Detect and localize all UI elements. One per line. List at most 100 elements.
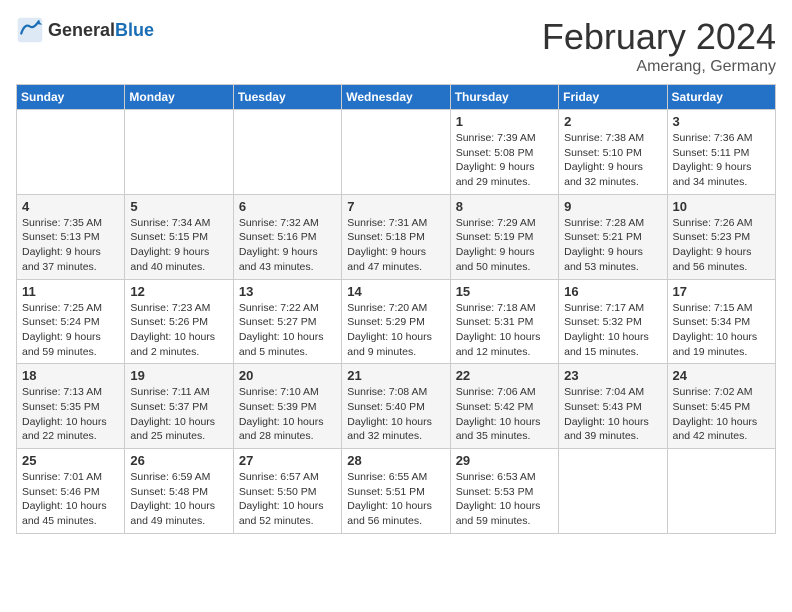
location-title: Amerang, Germany	[542, 58, 776, 76]
table-row: 21 Sunrise: 7:08 AMSunset: 5:40 PMDayligh…	[342, 364, 450, 449]
day-number: 19	[130, 368, 227, 383]
calendar-week-row: 18Sunrise: 7:13 AMSunset: 5:35 PMDayligh…	[17, 364, 776, 449]
table-row: 12 Sunrise: 7:23 AMSunset: 5:26 PMDayligh…	[125, 279, 233, 364]
table-row: 24 Sunrise: 7:02 AMSunset: 5:45 PMDayligh…	[667, 364, 775, 449]
table-row: 2 Sunrise: 7:38 AMSunset: 5:10 PMDaylight…	[559, 110, 667, 195]
table-row: 1 Sunrise: 7:39 AMSunset: 5:08 PMDaylight…	[450, 110, 558, 195]
day-info: Sunrise: 6:59 AMSunset: 5:48 PMDaylight:…	[130, 470, 227, 529]
day-info: Sunrise: 7:26 AMSunset: 5:23 PMDaylight:…	[673, 216, 770, 275]
logo-blue: Blue	[115, 20, 154, 40]
day-number: 18	[22, 368, 119, 383]
day-number: 21	[347, 368, 444, 383]
day-info: Sunrise: 7:25 AMSunset: 5:24 PMDaylight:…	[22, 301, 119, 360]
col-saturday: Saturday	[667, 85, 775, 110]
day-number: 2	[564, 114, 661, 129]
table-row: 3Sunrise: 7:36 AMSunset: 5:11 PMDaylight…	[667, 110, 775, 195]
calendar-table: Sunday Monday Tuesday Wednesday Thursday…	[16, 84, 776, 534]
day-info: Sunrise: 7:31 AMSunset: 5:18 PMDaylight:…	[347, 216, 444, 275]
table-row: 17 Sunrise: 7:15 AMSunset: 5:34 PMDayligh…	[667, 279, 775, 364]
day-number: 16	[564, 284, 661, 299]
day-number: 10	[673, 199, 770, 214]
table-row: 11 Sunrise: 7:25 AMSunset: 5:24 PMDayligh…	[17, 279, 125, 364]
table-row: 13Sunrise: 7:22 AMSunset: 5:27 PMDayligh…	[233, 279, 341, 364]
table-row: 15Sunrise: 7:18 AMSunset: 5:31 PMDayligh…	[450, 279, 558, 364]
day-number: 26	[130, 453, 227, 468]
table-row: 26 Sunrise: 6:59 AMSunset: 5:48 PMDayligh…	[125, 449, 233, 534]
table-row: 6 Sunrise: 7:32 AMSunset: 5:16 PMDaylight…	[233, 194, 341, 279]
day-number: 7	[347, 199, 444, 214]
day-info: Sunrise: 7:23 AMSunset: 5:26 PMDaylight:…	[130, 301, 227, 360]
calendar-header-row: Sunday Monday Tuesday Wednesday Thursday…	[17, 85, 776, 110]
day-number: 24	[673, 368, 770, 383]
day-number: 1	[456, 114, 553, 129]
table-row: 23 Sunrise: 7:04 AMSunset: 5:43 PMDayligh…	[559, 364, 667, 449]
day-info: Sunrise: 7:22 AMSunset: 5:27 PMDaylight:…	[239, 301, 336, 360]
day-info: Sunrise: 7:04 AMSunset: 5:43 PMDaylight:…	[564, 385, 661, 444]
day-info: Sunrise: 7:35 AMSunset: 5:13 PMDaylight:…	[22, 216, 119, 275]
day-number: 27	[239, 453, 336, 468]
day-info: Sunrise: 7:38 AMSunset: 5:10 PMDaylight:…	[564, 131, 661, 190]
day-info: Sunrise: 7:18 AMSunset: 5:31 PMDaylight:…	[456, 301, 553, 360]
table-row	[125, 110, 233, 195]
month-title: February 2024	[542, 16, 776, 58]
day-number: 20	[239, 368, 336, 383]
day-info: Sunrise: 7:28 AMSunset: 5:21 PMDaylight:…	[564, 216, 661, 275]
calendar-week-row: 1 Sunrise: 7:39 AMSunset: 5:08 PMDaylight…	[17, 110, 776, 195]
table-row	[17, 110, 125, 195]
logo-icon	[16, 16, 44, 44]
day-info: Sunrise: 7:32 AMSunset: 5:16 PMDaylight:…	[239, 216, 336, 275]
table-row: 28 Sunrise: 6:55 AMSunset: 5:51 PMDayligh…	[342, 449, 450, 534]
day-number: 29	[456, 453, 553, 468]
day-info: Sunrise: 7:06 AMSunset: 5:42 PMDaylight:…	[456, 385, 553, 444]
day-info: Sunrise: 7:39 AMSunset: 5:08 PMDaylight:…	[456, 131, 553, 190]
day-number: 23	[564, 368, 661, 383]
col-sunday: Sunday	[17, 85, 125, 110]
day-number: 4	[22, 199, 119, 214]
day-info: Sunrise: 6:57 AMSunset: 5:50 PMDaylight:…	[239, 470, 336, 529]
logo: GeneralBlue	[16, 16, 154, 44]
col-monday: Monday	[125, 85, 233, 110]
table-row: 4 Sunrise: 7:35 AMSunset: 5:13 PMDaylight…	[17, 194, 125, 279]
day-number: 8	[456, 199, 553, 214]
day-info: Sunrise: 7:20 AMSunset: 5:29 PMDaylight:…	[347, 301, 444, 360]
day-number: 12	[130, 284, 227, 299]
table-row: 16 Sunrise: 7:17 AMSunset: 5:32 PMDayligh…	[559, 279, 667, 364]
day-info: Sunrise: 7:02 AMSunset: 5:45 PMDaylight:…	[673, 385, 770, 444]
col-tuesday: Tuesday	[233, 85, 341, 110]
calendar-week-row: 25 Sunrise: 7:01 AMSunset: 5:46 PMDayligh…	[17, 449, 776, 534]
day-number: 9	[564, 199, 661, 214]
table-row: 8 Sunrise: 7:29 AMSunset: 5:19 PMDaylight…	[450, 194, 558, 279]
day-number: 5	[130, 199, 227, 214]
table-row: 5 Sunrise: 7:34 AMSunset: 5:15 PMDaylight…	[125, 194, 233, 279]
day-info: Sunrise: 7:17 AMSunset: 5:32 PMDaylight:…	[564, 301, 661, 360]
day-info: Sunrise: 7:15 AMSunset: 5:34 PMDaylight:…	[673, 301, 770, 360]
table-row	[667, 449, 775, 534]
table-row: 10 Sunrise: 7:26 AMSunset: 5:23 PMDayligh…	[667, 194, 775, 279]
table-row: 19Sunrise: 7:11 AMSunset: 5:37 PMDayligh…	[125, 364, 233, 449]
calendar-week-row: 4 Sunrise: 7:35 AMSunset: 5:13 PMDaylight…	[17, 194, 776, 279]
col-wednesday: Wednesday	[342, 85, 450, 110]
table-row: 9 Sunrise: 7:28 AMSunset: 5:21 PMDaylight…	[559, 194, 667, 279]
day-number: 22	[456, 368, 553, 383]
day-number: 17	[673, 284, 770, 299]
logo-text: GeneralBlue	[48, 20, 154, 41]
day-info: Sunrise: 6:55 AMSunset: 5:51 PMDaylight:…	[347, 470, 444, 529]
day-number: 3	[673, 114, 770, 129]
day-number: 6	[239, 199, 336, 214]
day-number: 11	[22, 284, 119, 299]
table-row	[233, 110, 341, 195]
col-thursday: Thursday	[450, 85, 558, 110]
day-number: 25	[22, 453, 119, 468]
table-row	[342, 110, 450, 195]
day-number: 28	[347, 453, 444, 468]
day-number: 14	[347, 284, 444, 299]
day-info: Sunrise: 7:29 AMSunset: 5:19 PMDaylight:…	[456, 216, 553, 275]
day-info: Sunrise: 7:34 AMSunset: 5:15 PMDaylight:…	[130, 216, 227, 275]
table-row: 14 Sunrise: 7:20 AMSunset: 5:29 PMDayligh…	[342, 279, 450, 364]
col-friday: Friday	[559, 85, 667, 110]
page-header: GeneralBlue February 2024 Amerang, Germa…	[16, 16, 776, 76]
day-info: Sunrise: 7:08 AMSunset: 5:40 PMDaylight:…	[347, 385, 444, 444]
logo-general: General	[48, 20, 115, 40]
table-row: 22 Sunrise: 7:06 AMSunset: 5:42 PMDayligh…	[450, 364, 558, 449]
day-info: Sunrise: 7:01 AMSunset: 5:46 PMDaylight:…	[22, 470, 119, 529]
